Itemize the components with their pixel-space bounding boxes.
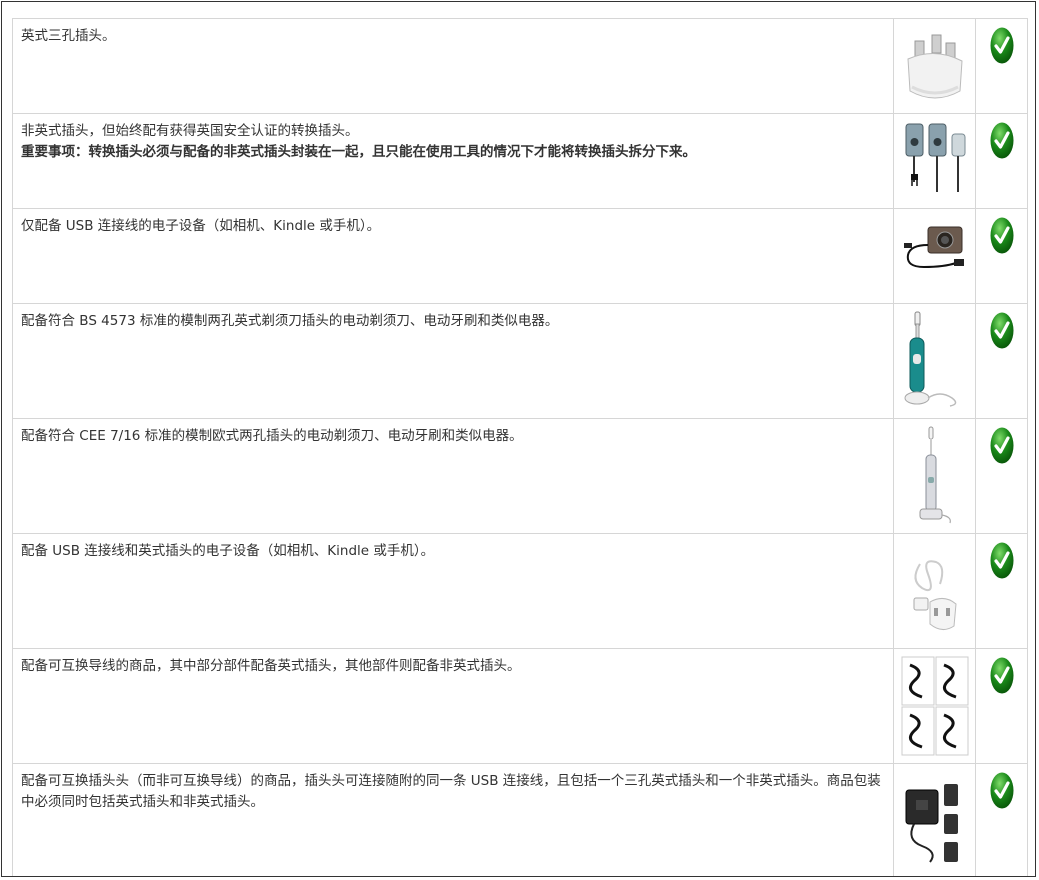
- green-check-icon: [990, 772, 1013, 809]
- camera-usb-cable-icon: [904, 226, 964, 269]
- plug-rules-table: 英式三孔插头。 非英式插头，但始终配有获得英国安全认证的转换插头。 重要事项：转…: [12, 18, 1028, 876]
- page-frame: 英式三孔插头。 非英式插头，但始终配有获得英国安全认证的转换插头。 重要事项：转…: [1, 1, 1036, 877]
- row-description: 非英式插头，但始终配有获得英国安全认证的转换插头。: [21, 123, 359, 139]
- table-row: 英式三孔插头。: [12, 18, 1028, 114]
- sonic-toothbrush-icon: [919, 426, 951, 524]
- table-row: 配备符合 CEE 7/16 标准的模制欧式两孔插头的电动剃须刀、电动牙刷和类似电…: [12, 418, 1028, 534]
- row-description: 配备可互换插头头（而非可互换导线）的商品，插头头可连接随附的同一条 USB 连接…: [21, 773, 881, 810]
- green-check-icon: [990, 217, 1013, 254]
- row-description: 配备符合 BS 4573 标准的模制两孔英式剃须刀插头的电动剃须刀、电动牙刷和类…: [21, 313, 559, 329]
- row-description: 配备可互换导线的商品，其中部分部件配备英式插头，其他部件则配备非英式插头。: [21, 658, 521, 674]
- plug-adapter-icon: [905, 123, 966, 192]
- green-check-icon: [990, 122, 1013, 159]
- uk-three-pin-plug-icon: [907, 34, 963, 99]
- row-description: 仅配备 USB 连接线的电子设备（如相机、Kindle 或手机）。: [21, 218, 381, 234]
- green-check-icon: [990, 312, 1013, 349]
- table-row: 配备 USB 连接线和英式插头的电子设备（如相机、Kindle 或手机）。: [12, 533, 1028, 649]
- row-description: 英式三孔插头。: [21, 28, 116, 44]
- table-row: 配备可互换插头头（而非可互换导线）的商品，插头头可连接随附的同一条 USB 连接…: [12, 763, 1028, 876]
- table-row: 配备可互换导线的商品，其中部分部件配备英式插头，其他部件则配备非英式插头。: [12, 648, 1028, 764]
- table-row: 配备符合 BS 4573 标准的模制两孔英式剃须刀插头的电动剃须刀、电动牙刷和类…: [12, 303, 1028, 419]
- green-check-icon: [990, 27, 1013, 64]
- row-important-note: 重要事项：转换插头必须与配备的非英式插头封装在一起，且只能在使用工具的情况下才能…: [21, 144, 696, 160]
- green-check-icon: [990, 427, 1013, 464]
- row-description: 配备 USB 连接线和英式插头的电子设备（如相机、Kindle 或手机）。: [21, 543, 435, 559]
- interchangeable-plug-heads-icon: [905, 784, 958, 863]
- row-description: 配备符合 CEE 7/16 标准的模制欧式两孔插头的电动剃须刀、电动牙刷和类似电…: [21, 428, 523, 444]
- green-check-icon: [990, 542, 1013, 579]
- electric-toothbrush-icon: [904, 311, 957, 407]
- usb-cable-uk-plug-icon: [913, 560, 957, 630]
- green-check-icon: [990, 657, 1013, 694]
- table-row: 非英式插头，但始终配有获得英国安全认证的转换插头。 重要事项：转换插头必须与配备…: [12, 113, 1028, 209]
- interchangeable-cords-icon: [901, 656, 969, 756]
- table-row: 仅配备 USB 连接线的电子设备（如相机、Kindle 或手机）。: [12, 208, 1028, 304]
